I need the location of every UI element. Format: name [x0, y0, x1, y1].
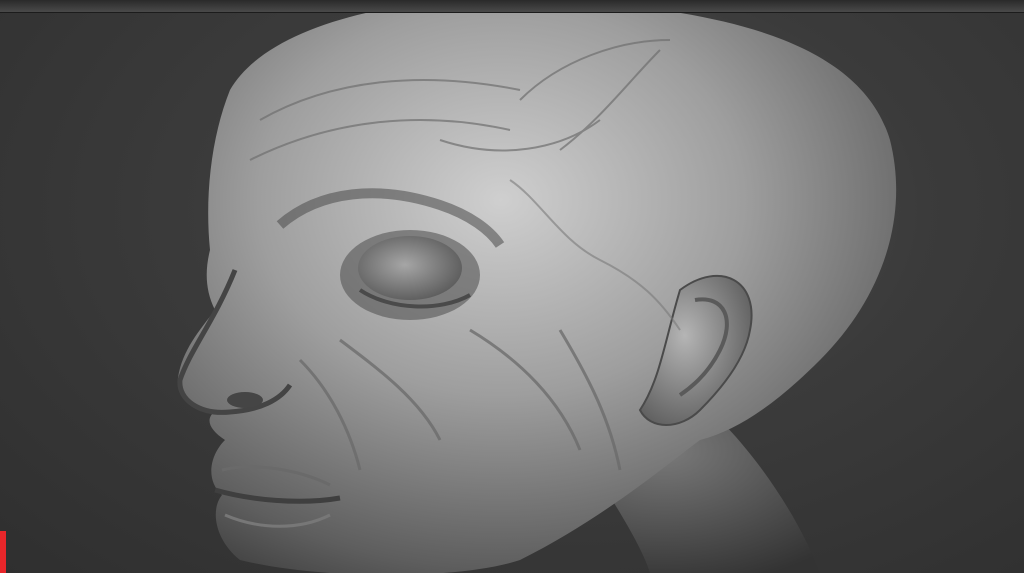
3d-viewport-canvas[interactable] [0, 13, 1024, 573]
eyeball [358, 236, 462, 300]
top-toolbar-strip [0, 0, 1024, 13]
sculpting-app [0, 0, 1024, 573]
sculpted-head-model[interactable] [0, 13, 1024, 573]
head-silhouette [177, 13, 897, 573]
red-status-marker [0, 531, 6, 573]
nostril [227, 392, 263, 408]
